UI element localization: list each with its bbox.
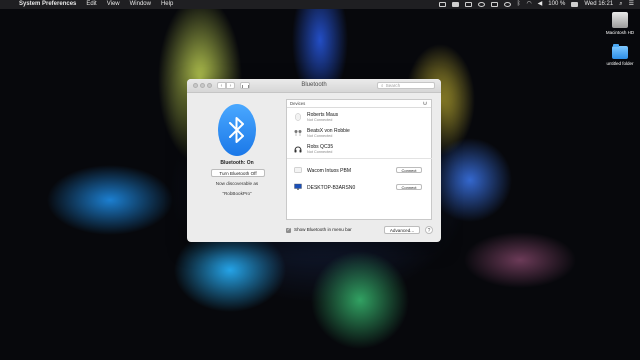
device-row-roberts-maus[interactable]: Roberts Maus Not Connected	[287, 110, 432, 125]
minimize-window-button[interactable]	[200, 83, 205, 88]
show-in-menu-bar-checkbox[interactable]	[286, 227, 291, 233]
computer-name: “RobBookPro”	[222, 191, 252, 196]
app-tray-icon[interactable]	[490, 2, 498, 7]
desktop-icon-label: Macintosh HD	[605, 30, 635, 35]
device-status: Not Connected	[307, 118, 333, 122]
earphones-icon	[294, 130, 302, 136]
battery-percentage[interactable]: 100 %	[548, 0, 565, 9]
sync-tray-icon[interactable]	[477, 2, 485, 7]
devices-list[interactable]: Devices Roberts Maus Not Connected Beats…	[286, 99, 432, 220]
bluetooth-rune-icon	[229, 117, 244, 143]
help-button[interactable]: ?	[425, 226, 433, 234]
bluetooth-menu-icon[interactable]: ᛒ	[517, 0, 521, 9]
headphones-icon	[294, 146, 302, 153]
menu-window[interactable]: Window	[125, 0, 156, 9]
device-status: Not Connected	[307, 150, 333, 154]
connect-button[interactable]: Connect	[396, 184, 422, 190]
search-icon[interactable]: ⌕	[619, 0, 622, 9]
folder-icon	[612, 44, 628, 59]
devices-header: Devices	[287, 100, 431, 108]
search-placeholder: Search	[385, 83, 401, 88]
forward-button[interactable]: ›	[226, 82, 235, 89]
title-bar[interactable]: Bluetooth ‹ › ⌕ Search	[187, 79, 441, 93]
back-button[interactable]: ‹	[217, 82, 226, 89]
pdf-tray-icon[interactable]	[464, 2, 472, 7]
desktop-icon-untitled-folder[interactable]: untitled folder	[600, 44, 640, 66]
desktop-icon-macintosh-hd[interactable]: Macintosh HD	[600, 12, 640, 35]
searching-spinner-icon	[423, 101, 427, 105]
devices-divider	[287, 158, 432, 159]
volume-icon[interactable]: ◀	[538, 0, 543, 9]
search-icon: ⌕	[381, 83, 384, 88]
show-in-menu-bar-label[interactable]: Show Bluetooth in menu bar	[294, 227, 352, 232]
device-row-beatsx[interactable]: BeatsX von Robbie Not Connected	[287, 126, 432, 141]
menu-bar: System Preferences Edit View Window Help…	[0, 0, 640, 9]
turn-bluetooth-off-button[interactable]: Turn Bluetooth Off	[211, 169, 265, 177]
device-name: DESKTOP-B3ARSN0	[307, 185, 356, 191]
search-field[interactable]: ⌕ Search	[377, 82, 435, 89]
wifi-icon[interactable]: ◠	[526, 0, 531, 9]
screen-tray-icon[interactable]	[451, 2, 459, 7]
menu-app-name[interactable]: System Preferences	[14, 0, 81, 9]
advanced-button[interactable]: Advanced...	[384, 226, 420, 234]
device-row-wacom[interactable]: Wacom Intuos PBM Connect	[287, 163, 432, 178]
bluetooth-logo-icon	[218, 104, 256, 156]
bluetooth-status: Bluetooth: On	[220, 160, 254, 166]
connect-button[interactable]: Connect	[396, 167, 422, 173]
mouse-icon	[295, 113, 301, 121]
camera-tray-icon[interactable]	[438, 2, 446, 7]
menu-edit[interactable]: Edit	[81, 0, 101, 9]
menu-help[interactable]: Help	[156, 0, 178, 9]
bluetooth-preferences-window: Bluetooth ‹ › ⌕ Search Bluetooth: On Turn…	[187, 79, 441, 242]
device-status: Not Connected	[307, 134, 333, 138]
device-row-robs-qc35[interactable]: Robs QC35 Not Connected	[287, 142, 432, 157]
tablet-icon	[294, 167, 302, 173]
menu-view[interactable]: View	[102, 0, 125, 9]
close-window-button[interactable]	[193, 83, 198, 88]
device-row-desktop[interactable]: DESKTOP-B3ARSN0 Connect	[287, 180, 432, 195]
computer-icon	[294, 183, 302, 190]
battery-icon[interactable]	[571, 2, 579, 7]
desktop-icon-label: untitled folder	[606, 61, 634, 66]
show-all-grid-icon[interactable]	[240, 82, 250, 89]
device-name: Wacom Intuos PBM	[307, 168, 351, 174]
time-machine-icon[interactable]	[503, 2, 511, 7]
hard-drive-icon	[612, 12, 628, 28]
menu-clock[interactable]: Wed 16:21	[584, 0, 613, 9]
zoom-window-button[interactable]	[207, 83, 212, 88]
devices-header-label: Devices	[290, 101, 306, 106]
notification-center-icon[interactable]: ☰	[629, 0, 634, 9]
discoverable-text: Now discoverable as	[215, 181, 259, 186]
